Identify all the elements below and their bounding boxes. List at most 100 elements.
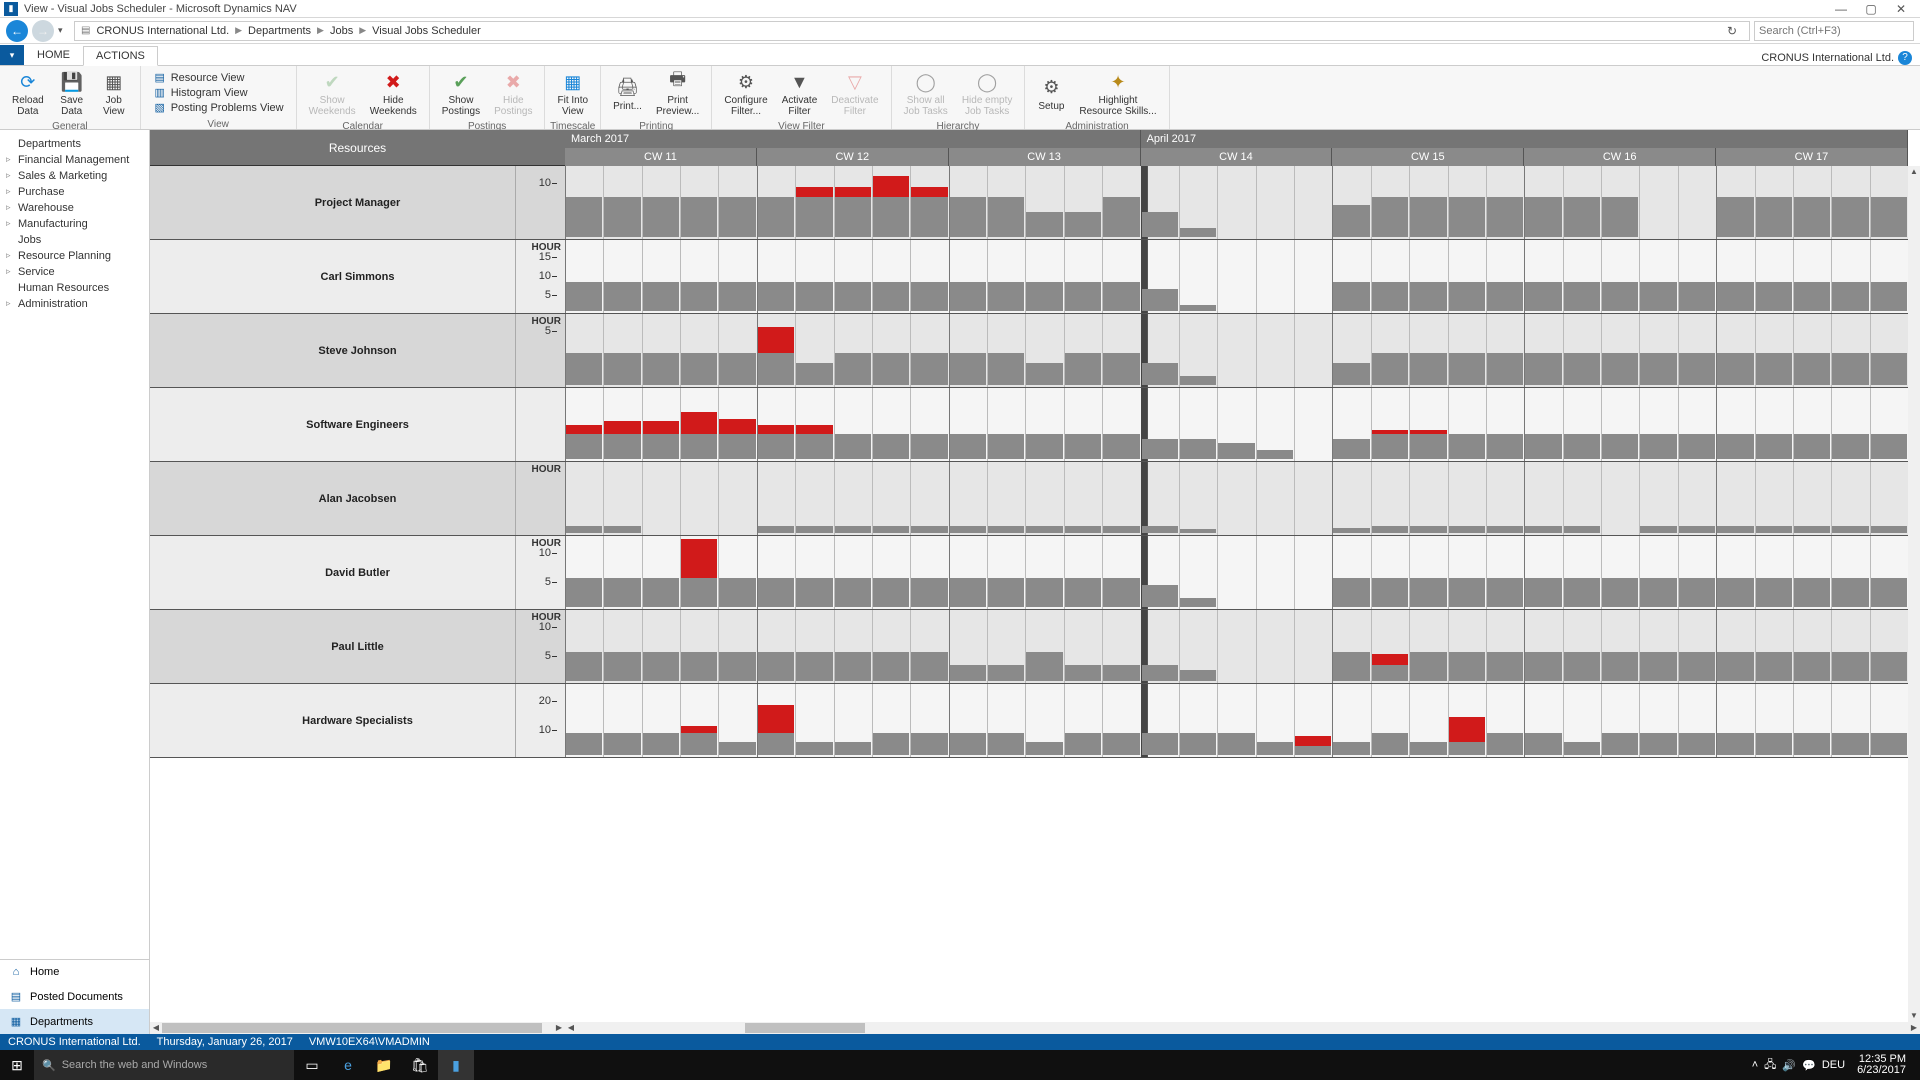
refresh-icon[interactable]: ↻ [1721,24,1743,38]
load-bar[interactable] [604,733,640,755]
print-button[interactable]: 🖨Print... [607,74,648,114]
overload-bar[interactable] [758,327,794,352]
job-view-button[interactable]: ▦JobView [94,68,134,119]
load-bar[interactable] [1832,733,1868,755]
load-bar[interactable] [604,578,640,607]
load-bar[interactable] [873,578,909,607]
configure-filter-button[interactable]: ⚙ConfigureFilter... [718,68,773,119]
load-bar[interactable] [1564,652,1600,681]
load-bar[interactable] [1525,733,1561,755]
load-bar[interactable] [911,578,947,607]
load-bar[interactable] [1103,197,1139,237]
load-bar[interactable] [1372,197,1408,237]
load-bar[interactable] [1218,733,1254,755]
load-bar[interactable] [681,282,717,311]
load-bar[interactable] [1717,197,1753,237]
load-bar[interactable] [796,197,832,237]
load-bar[interactable] [873,197,909,237]
resource-row[interactable]: David ButlerHOUR510 [150,536,565,610]
load-bar[interactable] [1756,526,1792,533]
load-bar[interactable] [1602,434,1638,459]
load-bar[interactable] [1487,282,1523,311]
load-bar[interactable] [1640,282,1676,311]
load-bar[interactable] [758,353,794,385]
resource-row[interactable]: Steve JohnsonHOUR5 [150,314,565,388]
load-bar[interactable] [1026,526,1062,533]
load-bar[interactable] [1602,282,1638,311]
load-bar[interactable] [758,733,794,755]
nav-posted-documents[interactable]: ▤Posted Documents [0,984,149,1009]
load-bar[interactable] [1449,652,1485,681]
load-bar[interactable] [1142,363,1178,385]
load-bar[interactable] [604,282,640,311]
load-bar[interactable] [1756,578,1792,607]
load-bar[interactable] [911,652,947,681]
load-bar[interactable] [1832,652,1868,681]
scroll-thumb[interactable] [162,1023,542,1033]
load-bar[interactable] [1832,353,1868,385]
load-bar[interactable] [1449,742,1485,755]
load-bar[interactable] [1871,282,1907,311]
load-bar[interactable] [1487,652,1523,681]
week-header[interactable]: CW 14 [1141,148,1333,166]
navtree-item[interactable]: Resource Planning [0,248,149,264]
load-bar[interactable] [1487,526,1523,533]
resources-hscroll[interactable]: ◀ ▶ [150,1022,565,1034]
load-bar[interactable] [1026,434,1062,459]
load-bar[interactable] [835,652,871,681]
posting-problems-button[interactable]: ▧Posting Problems View [151,100,286,115]
highlight-skills-button[interactable]: ✦HighlightResource Skills... [1073,68,1162,119]
load-bar[interactable] [1679,282,1715,311]
load-bar[interactable] [1410,434,1446,459]
notification-icon[interactable]: 💬 [1802,1059,1816,1072]
load-bar[interactable] [1026,742,1062,755]
load-bar[interactable] [1449,282,1485,311]
load-bar[interactable] [1065,526,1101,533]
load-bar[interactable] [1103,282,1139,311]
load-bar[interactable] [1333,205,1369,237]
load-bar[interactable] [719,353,755,385]
load-bar[interactable] [1564,197,1600,237]
load-bar[interactable] [604,526,640,533]
week-header[interactable]: CW 11 [565,148,757,166]
navtree-item[interactable]: Manufacturing [0,216,149,232]
overload-bar[interactable] [873,176,909,198]
load-bar[interactable] [1295,746,1331,755]
show-weekends-button[interactable]: ✔ShowWeekends [303,68,362,119]
load-bar[interactable] [1794,652,1830,681]
load-bar[interactable] [1103,526,1139,533]
load-bar[interactable] [643,282,679,311]
load-bar[interactable] [1525,652,1561,681]
load-bar[interactable] [1410,353,1446,385]
load-bar[interactable] [1372,353,1408,385]
week-header[interactable]: CW 15 [1332,148,1524,166]
language-indicator[interactable]: DEU [1822,1059,1845,1071]
resource-row[interactable]: Project Manager10 [150,166,565,240]
load-bar[interactable] [758,526,794,533]
load-bar[interactable] [1449,578,1485,607]
load-bar[interactable] [1756,434,1792,459]
load-bar[interactable] [1756,733,1792,755]
load-bar[interactable] [719,742,755,755]
load-bar[interactable] [1410,742,1446,755]
load-bar[interactable] [1065,578,1101,607]
load-bar[interactable] [1525,282,1561,311]
start-button[interactable]: ⊞ [0,1050,34,1080]
load-bar[interactable] [1142,526,1178,533]
timeline-row[interactable] [565,610,1920,684]
load-bar[interactable] [566,353,602,385]
load-bar[interactable] [950,434,986,459]
load-bar[interactable] [1717,434,1753,459]
overload-bar[interactable] [835,187,871,198]
load-bar[interactable] [719,652,755,681]
load-bar[interactable] [1679,434,1715,459]
save-data-button[interactable]: 💾SaveData [52,68,92,119]
load-bar[interactable] [566,282,602,311]
histogram-view-button[interactable]: ▥Histogram View [151,85,286,100]
load-bar[interactable] [1640,578,1676,607]
load-bar[interactable] [1602,578,1638,607]
load-bar[interactable] [988,526,1024,533]
load-bar[interactable] [681,197,717,237]
overload-bar[interactable] [758,425,794,434]
load-bar[interactable] [1640,652,1676,681]
